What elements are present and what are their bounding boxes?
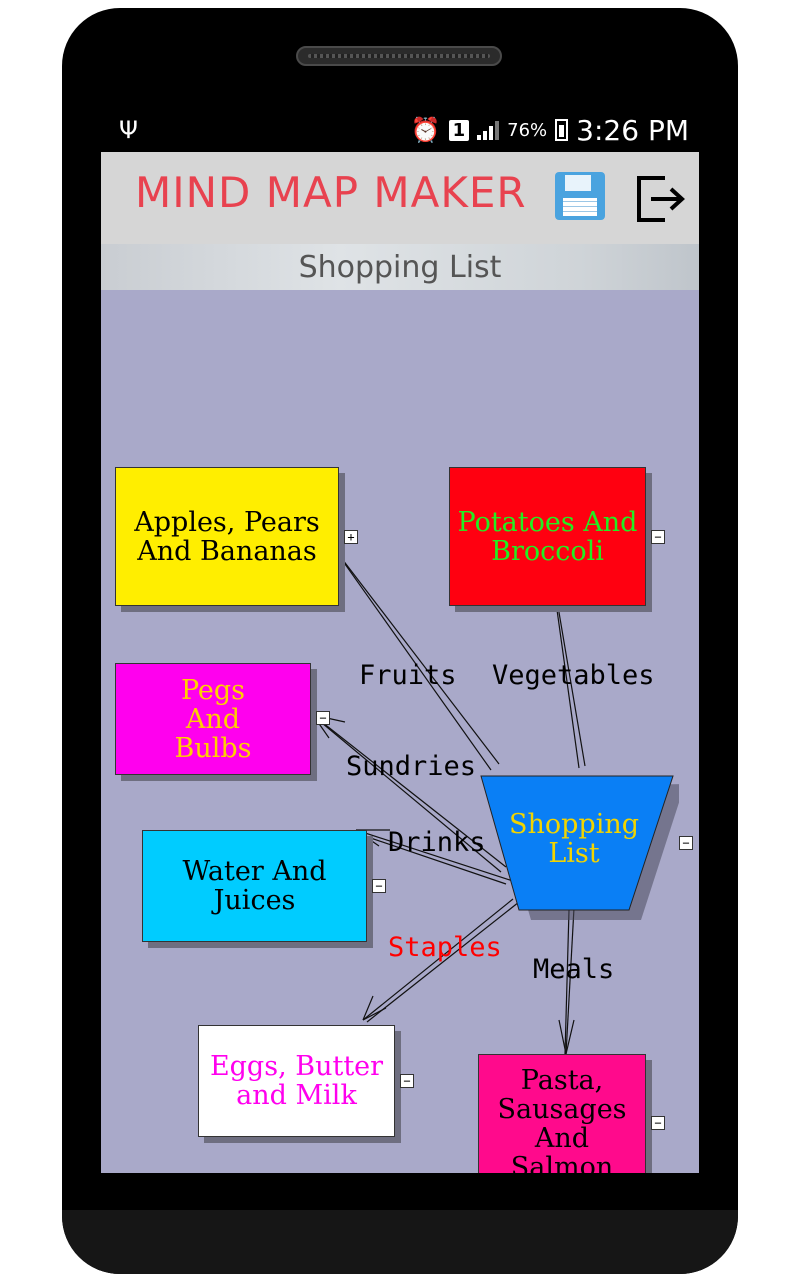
app-title: MIND MAP MAKER [135,168,527,217]
mind-map-canvas[interactable]: Shopping List − Apples, Pears And Banana… [101,290,699,1173]
phone-speaker [296,46,502,66]
status-bar: Ψ ⏰ 1 76% 3:26 PM [101,108,699,152]
center-node[interactable]: Shopping List [499,774,649,904]
fruits-expand-toggle[interactable]: + [344,530,358,544]
drinks-node-label: Water And Juices [182,856,327,916]
vegetables-collapse-toggle[interactable]: − [651,530,665,544]
fruits-node-label: Apples, Pears And Bananas [134,506,320,567]
map-title: Shopping List [298,250,502,285]
edge-label-sundries: Sundries [346,751,477,782]
edge-label-fruits: Fruits [359,660,457,691]
vegetables-node[interactable]: Potatoes And Broccoli [449,467,646,606]
meals-node-label: Pasta, Sausages And Salmon [497,1065,627,1173]
sim-icon: 1 [448,119,470,141]
meals-node[interactable]: Pasta, Sausages And Salmon [478,1054,646,1173]
phone-chin [62,1210,738,1274]
sundries-node[interactable]: Pegs And Bulbs [115,663,311,775]
exit-icon[interactable] [635,174,687,224]
sundries-node-label: Pegs And Bulbs [174,674,252,764]
staples-node-label: Eggs, Butter and Milk [209,1051,384,1111]
vegetables-node-label: Potatoes And Broccoli [457,506,638,567]
sundries-collapse-toggle[interactable]: − [316,711,330,725]
usb-icon: Ψ [119,116,138,144]
edge-label-drinks: Drinks [388,827,486,858]
meals-collapse-toggle[interactable]: − [651,1116,665,1130]
screen: Ψ ⏰ 1 76% 3:26 PM MIND MAP MAKER Shoppin… [101,108,699,1173]
edge-label-meals: Meals [533,954,615,985]
center-node-label: Shopping List [508,809,640,869]
edge-label-vegetables: Vegetables [492,660,655,691]
map-title-bar: Shopping List [101,244,699,290]
status-right: ⏰ 1 76% 3:26 PM [411,112,689,148]
drinks-node[interactable]: Water And Juices [142,830,367,942]
clock: 3:26 PM [576,113,689,147]
save-icon[interactable] [555,172,605,220]
staples-collapse-toggle[interactable]: − [400,1074,414,1088]
center-collapse-toggle[interactable]: − [679,836,693,850]
fruits-node[interactable]: Apples, Pears And Bananas [115,467,339,606]
battery-icon [555,119,569,141]
drinks-collapse-toggle[interactable]: − [372,879,386,893]
alarm-icon: ⏰ [410,116,441,144]
app-bar: MIND MAP MAKER [101,152,699,244]
staples-node[interactable]: Eggs, Butter and Milk [198,1025,395,1137]
edge-label-staples: Staples [388,932,502,963]
signal-icon [477,120,500,140]
battery-percent: 76% [507,119,548,141]
